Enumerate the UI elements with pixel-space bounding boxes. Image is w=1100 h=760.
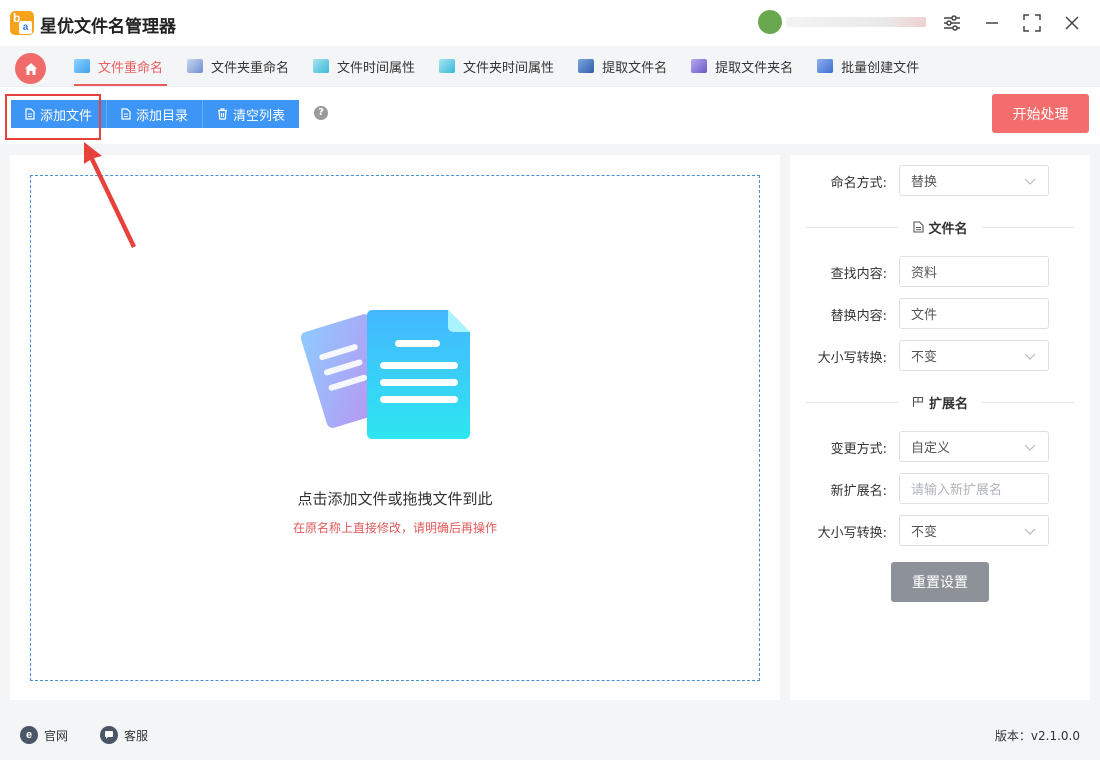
extension-section-title: 扩展名	[929, 396, 969, 412]
version-text: 版本：v2.1.0.0	[994, 729, 1080, 743]
case-convert-select[interactable]: 不变	[899, 340, 1049, 371]
new-extension-label: 新扩展名:	[830, 484, 887, 499]
maximize-icon[interactable]	[1020, 11, 1044, 35]
reset-settings-button[interactable]: 重置设置	[891, 562, 989, 602]
filename-section: 文件名	[805, 219, 1076, 237]
tab-label: 提取文件夹名	[715, 60, 794, 76]
extract-foldername-icon	[691, 59, 708, 73]
start-processing-button[interactable]: 开始处理	[992, 94, 1089, 133]
arrow-icon	[84, 142, 136, 248]
help-icon[interactable]: ?	[314, 106, 328, 120]
file-icon	[121, 108, 131, 120]
close-icon[interactable]	[1060, 11, 1084, 35]
tab-label: 文件重命名	[98, 60, 164, 76]
file-time-icon	[313, 59, 330, 73]
extract-filename-icon	[578, 59, 595, 73]
add-directory-label: 添加目录	[135, 108, 188, 124]
ext-case-convert-select[interactable]: 不变	[899, 515, 1049, 546]
flag-icon	[912, 396, 924, 407]
tab-label: 批量创建文件	[841, 60, 920, 76]
chat-icon	[100, 726, 118, 744]
find-input[interactable]: 资料	[899, 256, 1049, 287]
user-name[interactable]	[786, 17, 926, 27]
divider	[0, 86, 1100, 87]
find-value: 资料	[911, 266, 938, 281]
minimize-icon[interactable]	[980, 11, 1004, 35]
app-title: 星优文件名管理器	[40, 17, 176, 37]
clear-list-label: 清空列表	[232, 108, 285, 124]
chevron-down-icon	[1024, 444, 1036, 451]
tab-label: 提取文件名	[602, 60, 668, 76]
rename-icon	[74, 59, 90, 73]
new-extension-placeholder: 请输入新扩展名	[911, 483, 1003, 498]
chevron-down-icon	[1024, 353, 1036, 360]
file-icon	[912, 221, 924, 233]
drop-warning: 在原名称上直接修改，请明确后再操作	[292, 521, 497, 535]
extension-section: 扩展名	[805, 394, 1076, 412]
drop-instruction: 点击添加文件或拖拽文件到此	[297, 490, 493, 508]
folder-time-icon	[439, 59, 456, 73]
title-bar: ba 星优文件名管理器	[0, 0, 1100, 46]
change-mode-label: 变更方式:	[830, 442, 887, 457]
tab-label: 文件时间属性	[337, 60, 416, 76]
filename-section-title: 文件名	[928, 221, 968, 237]
batch-create-icon	[817, 59, 834, 73]
documents-illustration-icon	[300, 310, 470, 439]
tab-folder-time[interactable]: 文件夹时间属性	[427, 46, 566, 86]
settings-icon[interactable]	[940, 11, 964, 35]
folder-rename-icon	[187, 59, 204, 73]
highlight-box	[5, 94, 101, 140]
tab-file-rename[interactable]: 文件重命名	[62, 46, 175, 86]
tab-label: 文件夹时间属性	[463, 60, 555, 76]
support-label: 客服	[124, 728, 149, 743]
tab-label: 文件夹重命名	[211, 60, 290, 76]
tab-extract-foldername[interactable]: 提取文件夹名	[679, 46, 805, 86]
website-label: 官网	[44, 728, 69, 743]
ext-case-convert-label: 大小写转换:	[817, 526, 887, 541]
ie-icon: e	[20, 726, 38, 744]
clear-list-button[interactable]: 清空列表	[203, 100, 299, 128]
naming-mode-label: 命名方式:	[830, 176, 887, 191]
new-extension-input[interactable]: 请输入新扩展名	[899, 473, 1049, 504]
change-mode-select[interactable]: 自定义	[899, 431, 1049, 462]
case-convert-value: 不变	[911, 350, 938, 365]
naming-mode-select[interactable]: 替换	[899, 165, 1049, 196]
tab-folder-rename[interactable]: 文件夹重命名	[175, 46, 301, 86]
find-label: 查找内容:	[830, 267, 887, 282]
settings-panel	[790, 155, 1090, 700]
home-icon	[24, 62, 37, 75]
tab-extract-filename[interactable]: 提取文件名	[566, 46, 679, 86]
chevron-down-icon	[1024, 178, 1036, 185]
support-link[interactable]: 客服	[100, 726, 148, 744]
add-directory-button[interactable]: 添加目录	[107, 100, 203, 128]
tab-batch-create[interactable]: 批量创建文件	[805, 46, 931, 86]
tab-file-time[interactable]: 文件时间属性	[301, 46, 427, 86]
home-button[interactable]	[15, 53, 46, 84]
replace-input[interactable]: 文件	[899, 298, 1049, 329]
replace-value: 文件	[911, 308, 938, 323]
chevron-down-icon	[1024, 528, 1036, 535]
naming-mode-value: 替换	[911, 175, 938, 190]
app-logo: ba	[10, 11, 34, 35]
website-link[interactable]: e 官网	[20, 726, 68, 744]
case-convert-label: 大小写转换:	[817, 351, 887, 366]
tab-bar: 文件重命名 文件夹重命名 文件时间属性 文件夹时间属性 提取文件名 提取文件夹名…	[62, 46, 931, 86]
ext-case-convert-value: 不变	[911, 525, 938, 540]
user-avatar[interactable]	[758, 10, 782, 34]
replace-label: 替换内容:	[830, 309, 887, 324]
change-mode-value: 自定义	[911, 441, 951, 456]
trash-icon	[217, 108, 227, 120]
